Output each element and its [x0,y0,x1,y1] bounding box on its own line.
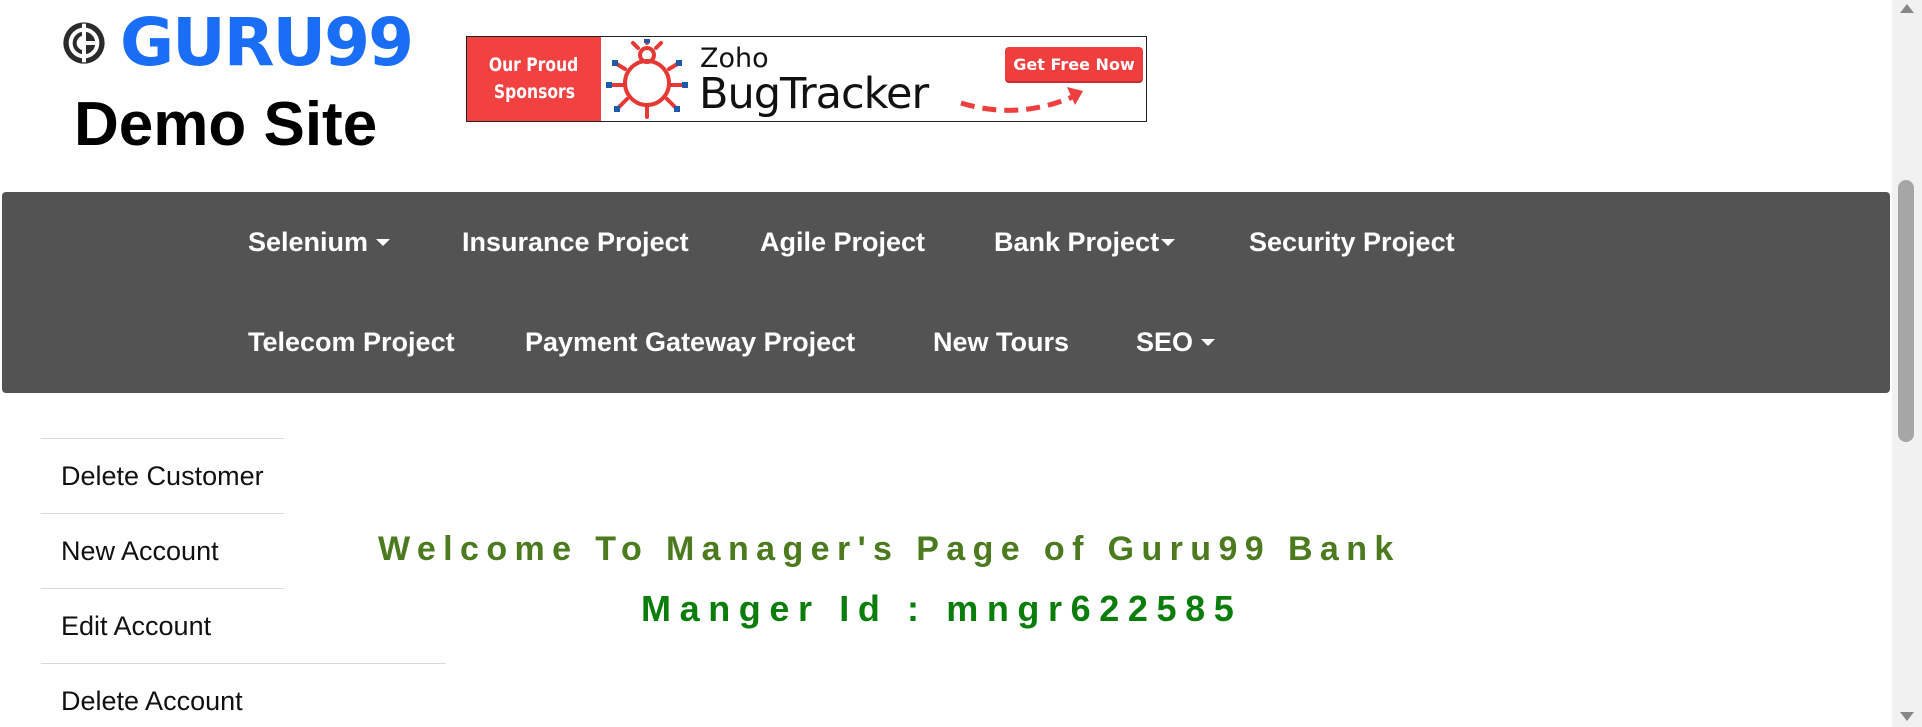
nav-agile-project-label: Agile Project [760,227,926,257]
nav-payment-gateway-project[interactable]: Payment Gateway Project [525,292,855,392]
navbar-row-1: Selenium Insurance Project Agile Project… [2,192,1890,292]
logo-top: GURU99 [62,4,414,81]
nav-selenium[interactable]: Selenium [248,192,391,292]
scrollbar-thumb[interactable] [1898,180,1914,442]
logo-subtitle: Demo Site [74,90,378,159]
dashed-arrow-icon [960,87,1083,113]
nav-telecom-project-label: Telecom Project [248,327,455,357]
nav-selenium-label: Selenium [248,227,369,257]
nav-seo[interactable]: SEO [1136,292,1216,392]
scroll-up-arrow-icon[interactable] [1900,4,1914,13]
nav-agile-project[interactable]: Agile Project [760,192,925,292]
logo-wordmark: GURU99 [119,4,414,81]
guru99-logo-icon [63,22,105,64]
manager-sidebar-menu: Delete Customer New Account Edit Account… [41,438,446,727]
nav-seo-label: SEO [1136,327,1194,357]
main-navbar: Selenium Insurance Project Agile Project… [2,192,1890,393]
nav-insurance-project-label: Insurance Project [462,227,689,257]
sponsor-ad: Zoho BugTracker Get Free Now [601,37,1146,121]
sponsor-label-line1: Our Proud [489,54,579,76]
sponsor-label: Our Proud Sponsors [467,37,601,121]
bug-icon [606,39,688,119]
nav-insurance-project[interactable]: Insurance Project [462,192,689,292]
nav-payment-gateway-project-label: Payment Gateway Project [525,327,856,357]
manager-id-label: Manger Id : mngr622585 [641,588,1243,629]
chevron-down-icon [1161,238,1176,246]
chevron-down-icon [1201,338,1216,346]
vertical-scrollbar[interactable] [1892,0,1922,727]
chevron-down-icon [376,238,391,246]
guru99-logo[interactable]: GURU99 Demo Site [62,4,414,160]
get-free-now-button[interactable]: Get Free Now [1005,47,1143,81]
page: GURU99 Demo Site Our Proud Sponsors Zoho… [0,0,1922,727]
welcome-heading: Welcome To Manager's Page of Guru99 Bank [378,530,1401,568]
nav-bank-project-label: Bank Project [994,227,1160,257]
nav-security-project-label: Security Project [1249,227,1455,257]
nav-security-project[interactable]: Security Project [1249,192,1455,292]
sidebar-item-delete-customer[interactable]: Delete Customer [41,438,284,513]
scroll-down-arrow-icon[interactable] [1900,712,1914,721]
navbar-row-2: Telecom Project Payment Gateway Project … [2,292,1890,392]
nav-new-tours[interactable]: New Tours [933,292,1069,392]
sidebar-item-delete-account[interactable]: Delete Account [41,663,446,727]
sponsor-brand-large: BugTracker [699,69,929,119]
sponsor-banner[interactable]: Our Proud Sponsors Zoho BugTracker Get F… [466,36,1147,122]
nav-telecom-project[interactable]: Telecom Project [248,292,455,392]
nav-bank-project[interactable]: Bank Project [994,192,1176,292]
nav-new-tours-label: New Tours [933,327,1070,357]
sidebar-item-new-account[interactable]: New Account [41,513,284,588]
sidebar-item-edit-account[interactable]: Edit Account [41,588,284,663]
sponsor-label-line2: Sponsors [493,81,575,103]
